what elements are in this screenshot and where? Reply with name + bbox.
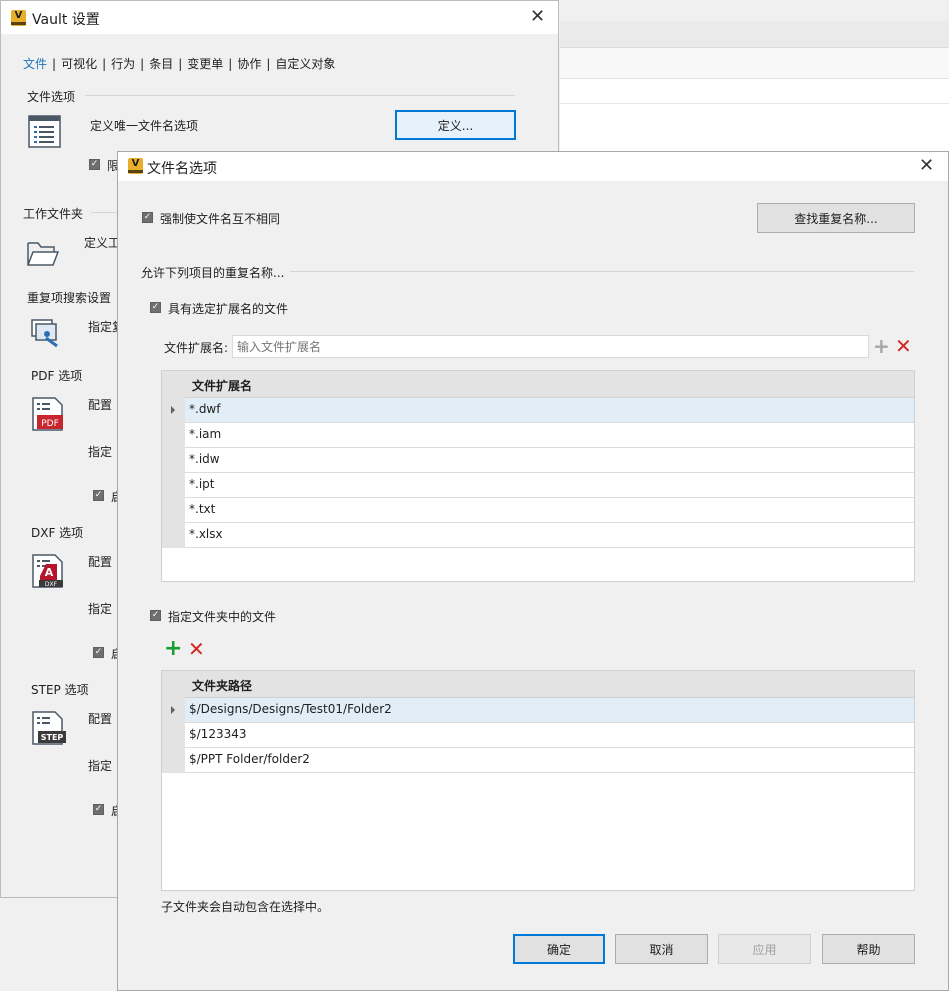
table-row[interactable]: $/Designs/Designs/Test01/Folder2 — [185, 698, 914, 723]
section-work-folder: 工作文件夹 — [23, 207, 84, 221]
tab-visualization[interactable]: 可视化 — [61, 57, 97, 71]
table-row[interactable]: $/PPT Folder/folder2 — [185, 748, 914, 773]
table-row[interactable]: *.ipt — [185, 473, 914, 498]
vault-settings-title: Vault 设置 — [32, 12, 100, 28]
section-allow-duplicates: 允许下列项目的重复名称... — [141, 266, 285, 280]
folder-column-header[interactable]: 文件夹路径 — [192, 677, 252, 694]
file-list-icon — [28, 115, 61, 148]
remove-extension-icon[interactable]: ✕ — [895, 336, 912, 356]
tab-behavior[interactable]: 行为 — [111, 57, 135, 71]
extensions-checkbox[interactable]: ✓ — [150, 302, 161, 313]
limit-checkbox[interactable]: ✓ — [89, 159, 100, 170]
table-row[interactable]: *.iam — [185, 423, 914, 448]
extensions-grid: 文件扩展名 *.dwf *.iam *.idw *.ipt *.txt *.xl… — [161, 370, 915, 582]
remove-folder-icon[interactable]: ✕ — [188, 639, 205, 659]
dxf-row-configure: 配置 — [88, 555, 113, 569]
filename-options-title: 文件名选项 — [147, 161, 217, 177]
filename-options-dialog: V 文件名选项 ✕ ✓ 强制使文件名互不相同 查找重复名称... 允许下列项目的… — [117, 151, 949, 991]
pdf-row-specify: 指定 — [88, 445, 113, 459]
dxf-row-specify: 指定 — [88, 602, 113, 616]
table-row[interactable]: $/123343 — [185, 723, 914, 748]
tab-custom-objects[interactable]: 自定义对象 — [275, 57, 335, 71]
table-row[interactable]: *.dwf — [185, 398, 914, 423]
extension-field-label: 文件扩展名: — [164, 341, 229, 355]
row-header-column — [162, 397, 185, 548]
background-app-area — [560, 104, 949, 151]
enforce-unique-checkbox[interactable]: ✓ — [142, 212, 153, 223]
current-row-indicator-icon — [171, 406, 175, 414]
folders-grid-header: 文件夹路径 — [162, 671, 914, 698]
add-extension-icon[interactable]: + — [873, 336, 890, 356]
extension-column-header[interactable]: 文件扩展名 — [192, 377, 252, 394]
apply-button[interactable]: 应用 — [718, 934, 811, 964]
duplicate-search-icon — [31, 319, 58, 348]
step-icon-label: STEP — [41, 733, 64, 742]
tab-items[interactable]: 条目 — [149, 57, 173, 71]
pdf-enable-checkbox[interactable]: ✓ — [93, 490, 104, 501]
background-app-toolbar — [560, 21, 949, 48]
close-icon[interactable]: ✕ — [919, 157, 934, 175]
table-row[interactable]: *.txt — [185, 498, 914, 523]
table-row[interactable]: *.xlsx — [185, 523, 914, 548]
tab-change-order[interactable]: 变更单 — [187, 57, 223, 71]
step-row-configure: 配置 — [88, 712, 113, 726]
folders-checkbox[interactable]: ✓ — [150, 610, 161, 621]
background-app-header — [560, 48, 949, 79]
extension-input[interactable] — [232, 335, 869, 358]
dxf-enable-checkbox[interactable]: ✓ — [93, 647, 104, 658]
close-icon[interactable]: ✕ — [530, 8, 545, 26]
filename-options-titlebar: V 文件名选项 ✕ — [118, 152, 948, 181]
vault-app-icon: V — [11, 10, 26, 26]
step-enable-checkbox[interactable]: ✓ — [93, 804, 104, 815]
table-row[interactable]: *.idw — [185, 448, 914, 473]
pdf-row-configure: 配置 — [88, 398, 113, 412]
background-app-row — [560, 79, 949, 104]
current-row-indicator-icon — [171, 706, 175, 714]
step-row-specify: 指定 — [88, 759, 113, 773]
vault-app-icon: V — [128, 158, 143, 174]
pdf-file-icon: PDF — [32, 397, 63, 431]
work-folder-row-label: 定义工 — [84, 236, 121, 250]
enforce-unique-label: 强制使文件名互不相同 — [160, 212, 281, 226]
define-button[interactable]: 定义... — [395, 110, 516, 140]
section-divider — [290, 271, 914, 272]
help-button[interactable]: 帮助 — [822, 934, 915, 964]
cancel-button[interactable]: 取消 — [615, 934, 708, 964]
dxf-icon-label: DXF — [45, 581, 58, 588]
section-pdf-options: PDF 选项 — [31, 369, 83, 383]
section-step-options: STEP 选项 — [31, 683, 89, 697]
tab-collaboration[interactable]: 协作 — [237, 57, 261, 71]
add-folder-icon[interactable]: + — [164, 638, 182, 660]
extensions-checkbox-label: 具有选定扩展名的文件 — [168, 302, 289, 316]
section-divider — [91, 212, 119, 213]
settings-tabs: 文件 | 可视化 | 行为 | 条目 | 变更单 | 协作 | 自定义对象 — [23, 57, 336, 71]
section-divider — [85, 95, 515, 96]
ok-button[interactable]: 确定 — [513, 934, 605, 964]
section-duplicate-search: 重复项搜索设置 — [27, 291, 112, 305]
extensions-grid-header: 文件扩展名 — [162, 371, 914, 398]
define-unique-label: 定义唯一文件名选项 — [90, 119, 199, 133]
svg-text:A: A — [45, 566, 54, 579]
tab-file[interactable]: 文件 — [23, 57, 47, 71]
folder-icon — [27, 242, 60, 266]
folders-grid: 文件夹路径 $/Designs/Designs/Test01/Folder2 $… — [161, 670, 915, 891]
subfolder-note: 子文件夹会自动包含在选择中。 — [161, 900, 330, 914]
section-dxf-options: DXF 选项 — [31, 526, 84, 540]
step-file-icon: STEP — [32, 711, 66, 745]
dxf-file-icon: A DXF — [32, 554, 63, 588]
folders-checkbox-label: 指定文件夹中的文件 — [168, 610, 277, 624]
section-file-options: 文件选项 — [27, 90, 76, 104]
find-duplicates-button[interactable]: 查找重复名称... — [757, 203, 915, 233]
vault-settings-titlebar: V Vault 设置 ✕ — [1, 1, 558, 34]
pdf-icon-label: PDF — [41, 419, 59, 429]
